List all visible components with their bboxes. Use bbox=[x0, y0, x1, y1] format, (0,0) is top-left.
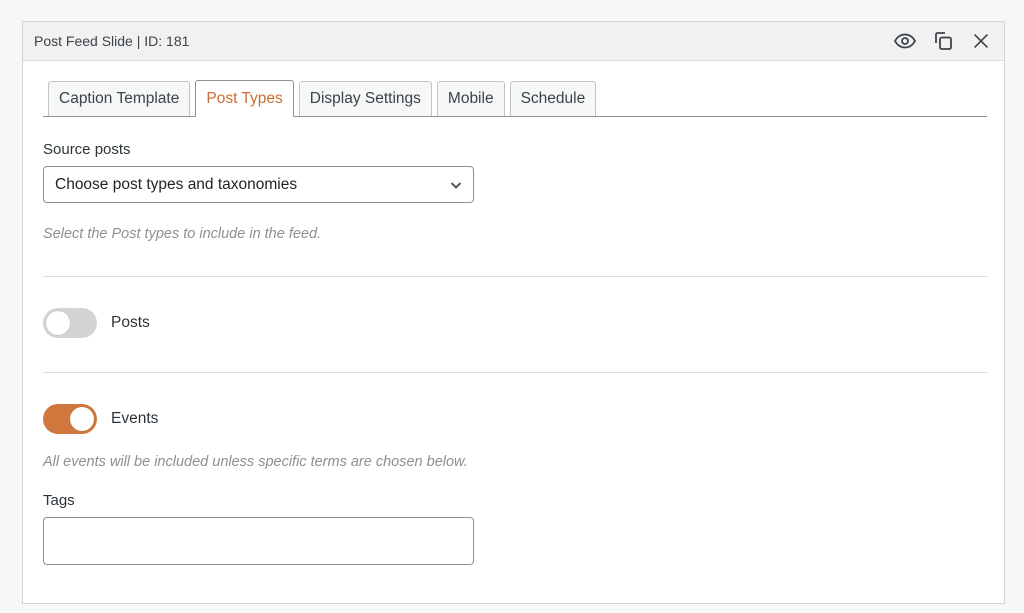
preview-button[interactable] bbox=[892, 28, 918, 54]
close-icon bbox=[973, 33, 989, 49]
post-type-events: Events bbox=[43, 404, 158, 434]
tab-schedule[interactable]: Schedule bbox=[509, 81, 597, 116]
eye-icon bbox=[893, 33, 917, 49]
tab-caption-template[interactable]: Caption Template bbox=[48, 81, 191, 116]
tab-mobile[interactable]: Mobile bbox=[436, 81, 505, 116]
panel-header: Post Feed Slide | ID: 181 bbox=[23, 22, 1004, 61]
source-posts-selected-value: Choose post types and taxonomies bbox=[55, 175, 298, 193]
divider bbox=[43, 372, 987, 373]
events-toggle[interactable] bbox=[43, 404, 97, 434]
source-posts-select[interactable]: Choose post types and taxonomies bbox=[43, 166, 474, 203]
tab-display-settings[interactable]: Display Settings bbox=[298, 81, 432, 116]
tab-bar: Caption Template Post Types Display Sett… bbox=[43, 80, 987, 117]
header-actions bbox=[892, 28, 994, 54]
events-toggle-label: Events bbox=[111, 410, 159, 427]
posts-toggle-label: Posts bbox=[111, 314, 150, 331]
duplicate-button[interactable] bbox=[930, 28, 956, 54]
posts-toggle[interactable] bbox=[43, 308, 97, 338]
slide-panel: Post Feed Slide | ID: 181 Caption Templa… bbox=[22, 21, 1005, 604]
toggle-knob bbox=[70, 407, 94, 431]
post-type-posts: Posts bbox=[43, 308, 150, 338]
divider bbox=[43, 276, 987, 277]
events-hint: All events will be included unless speci… bbox=[43, 454, 468, 470]
tags-input[interactable] bbox=[43, 517, 474, 565]
chevron-down-icon bbox=[450, 181, 462, 189]
toggle-knob bbox=[46, 311, 70, 335]
tab-post-types[interactable]: Post Types bbox=[195, 80, 294, 117]
tags-label: Tags bbox=[43, 492, 75, 509]
close-button[interactable] bbox=[968, 28, 994, 54]
panel-title: Post Feed Slide | ID: 181 bbox=[34, 33, 190, 49]
source-posts-hint: Select the Post types to include in the … bbox=[43, 226, 322, 242]
copy-icon bbox=[935, 32, 952, 50]
source-posts-label: Source posts bbox=[43, 141, 131, 158]
